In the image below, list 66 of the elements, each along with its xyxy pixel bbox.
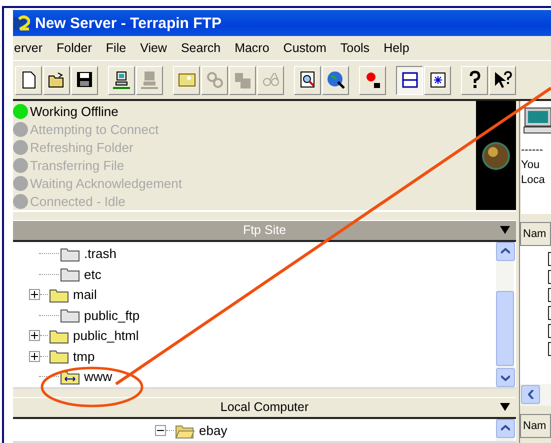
toolbar-button[interactable] [396, 66, 423, 94]
collapse-box[interactable] [155, 425, 166, 436]
column-header[interactable]: Nam [520, 414, 551, 438]
window-title: New Server - Terrapin FTP [35, 14, 222, 32]
dropdown-icon[interactable] [500, 402, 510, 411]
status-label: Working Offline [30, 104, 118, 118]
folder-icon [49, 286, 69, 303]
folder-name[interactable]: tmp [73, 348, 95, 364]
folder-icon [60, 307, 80, 324]
divider-text: ------ [521, 143, 544, 158]
panel-header: Ftp Site [13, 220, 516, 242]
folder-name[interactable]: public_html [73, 328, 139, 344]
folder-name[interactable]: ebay [199, 423, 228, 438]
folder-icon [60, 246, 80, 262]
scroll-up-button[interactable] [496, 242, 515, 260]
app-icon [14, 14, 30, 32]
open-folder-icon [175, 422, 195, 439]
menu-item[interactable]: Search [180, 39, 222, 57]
menu-item[interactable]: Macro [234, 39, 270, 57]
connect-icon [112, 70, 132, 90]
globe-icon [481, 140, 511, 170]
status-label: Attempting to Connect [30, 122, 159, 136]
status-label: Waiting Acknowledgement [30, 176, 182, 190]
expand-box[interactable] [29, 289, 40, 300]
whatsthis-icon [492, 70, 512, 90]
menu-item[interactable]: erver [13, 39, 44, 57]
folder-name[interactable]: www [84, 369, 112, 384]
dropdown-icon[interactable] [500, 226, 510, 234]
scroll-up-button[interactable] [496, 418, 515, 438]
folder-name[interactable]: .trash [84, 246, 117, 262]
info-text: Loca [521, 173, 546, 188]
folder-name[interactable]: public_ftp [84, 308, 140, 323]
panel-header: Local Computer [13, 396, 516, 418]
column-header[interactable]: Nam [520, 222, 551, 246]
status-label: Connected - Idle [30, 194, 126, 208]
expand-box[interactable] [29, 350, 40, 362]
linked-folder-icon [60, 368, 80, 385]
split-icon [400, 70, 420, 90]
folder-name[interactable]: etc [84, 266, 102, 282]
menu-item[interactable]: Folder [55, 39, 93, 57]
menu-item[interactable]: View [139, 39, 168, 57]
globe-icon [326, 70, 346, 90]
open-icon [46, 70, 66, 90]
expand-box[interactable] [29, 330, 40, 342]
disconnect-icon [140, 70, 160, 90]
preview-icon [298, 70, 318, 90]
folder-icon [49, 348, 69, 364]
chevron-up-icon [501, 425, 510, 431]
menu-item[interactable]: Custom [282, 39, 328, 57]
chevron-down-icon [501, 374, 510, 380]
menu-item[interactable]: Tools [339, 39, 371, 57]
chevron-up-icon [501, 248, 510, 254]
scroll-left-button[interactable] [521, 385, 540, 404]
menu-item[interactable]: Help [382, 39, 410, 57]
folder-name[interactable]: mail [73, 287, 97, 302]
scroll-down-button[interactable] [496, 368, 515, 387]
status-label: Transferring File [30, 158, 124, 172]
status-label: Refreshing Folder [30, 140, 134, 154]
info-text: You [521, 158, 541, 173]
folder-icon [60, 266, 80, 282]
scrollbar-thumb[interactable] [496, 290, 514, 366]
menu-item[interactable]: File [104, 39, 128, 57]
computer-icon [523, 107, 551, 135]
save-icon [74, 70, 94, 90]
folder-icon [49, 328, 69, 344]
chevron-left-icon [528, 390, 534, 399]
